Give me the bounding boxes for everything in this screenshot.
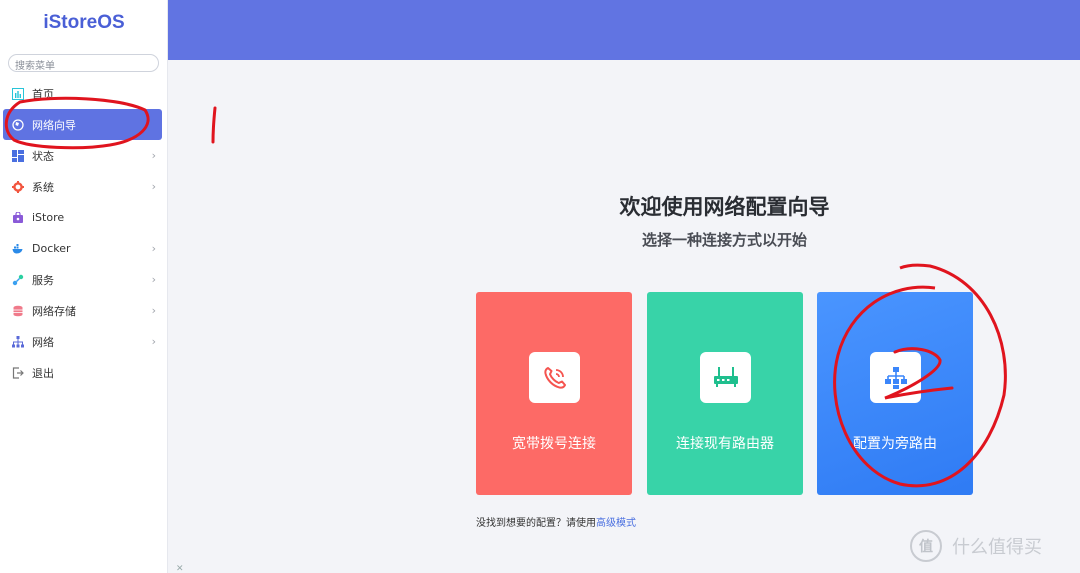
watermark: 值 什么值得买 [910, 530, 1042, 562]
sidebar-item-logout[interactable]: 退出 [0, 357, 168, 388]
advanced-mode-note: 没找到想要的配置？请使用高级模式 [476, 514, 636, 529]
sidebar-item-label: Docker [32, 242, 71, 255]
sidebar-item-services[interactable]: 服务 › [0, 264, 168, 295]
grid-icon [12, 149, 24, 162]
collapse-icon[interactable]: ✕ [176, 564, 184, 573]
dashboard-icon [12, 87, 24, 100]
sidebar-item-label: 网络向导 [32, 118, 76, 132]
chevron-right-icon: › [151, 273, 156, 286]
option-card-bypass-router[interactable]: 配置为旁路由 [817, 292, 973, 495]
services-icon [12, 274, 24, 286]
option-card-pppoe[interactable]: 宽带拨号连接 [476, 292, 632, 495]
watermark-text: 什么值得买 [952, 537, 1042, 558]
logout-icon [12, 366, 24, 379]
sidebar-item-docker[interactable]: Docker › [0, 233, 168, 264]
annotation-mark-one [211, 106, 217, 144]
option-label: 配置为旁路由 [853, 436, 937, 452]
sidebar-nav: 首页 网络向导 状态 › 系统 › iStore Docker › 服务 › 网… [0, 78, 168, 388]
sidebar-item-network[interactable]: 网络 › [0, 326, 168, 357]
sidebar-item-network-wizard[interactable]: 网络向导 [3, 109, 162, 140]
network-icon [12, 335, 24, 348]
option-label: 连接现有路由器 [676, 436, 774, 452]
storage-icon [12, 305, 24, 317]
sidebar-item-label: 首页 [32, 87, 54, 101]
sidebar-item-label: 网络存储 [32, 304, 76, 318]
sidebar-item-istore[interactable]: iStore [0, 202, 168, 233]
router-icon [700, 352, 751, 403]
option-card-existing-router[interactable]: 连接现有路由器 [647, 292, 803, 495]
phone-icon [529, 352, 580, 403]
sidebar-item-label: 网络 [32, 335, 54, 349]
sidebar-item-network-storage[interactable]: 网络存储 › [0, 295, 168, 326]
sidebar-item-label: iStore [32, 211, 65, 224]
chevron-right-icon: › [151, 242, 156, 255]
topology-icon [870, 352, 921, 403]
search-menu-input[interactable]: 搜索菜单 [8, 54, 159, 72]
docker-icon [12, 243, 24, 255]
chevron-right-icon: › [151, 304, 156, 317]
chevron-right-icon: › [151, 149, 156, 162]
sidebar-item-status[interactable]: 状态 › [0, 140, 168, 171]
footer-text: 没找到想要的配置？请使用 [476, 518, 596, 529]
sidebar-item-label: 服务 [32, 273, 54, 287]
chevron-right-icon: › [151, 180, 156, 193]
watermark-badge-icon: 值 [910, 530, 942, 562]
logo[interactable]: iStoreOS [0, 12, 168, 34]
gear-icon [12, 180, 24, 193]
chevron-right-icon: › [151, 335, 156, 348]
advanced-mode-link[interactable]: 高级模式 [596, 518, 636, 529]
globe-icon [12, 118, 24, 131]
option-label: 宽带拨号连接 [512, 436, 596, 452]
sidebar-item-label: 退出 [32, 366, 54, 380]
page-subtitle: 选择一种连接方式以开始 [641, 231, 807, 249]
sidebar-item-system[interactable]: 系统 › [0, 171, 168, 202]
top-header-bar [168, 0, 1080, 60]
page-title: 欢迎使用网络配置向导 [619, 195, 830, 219]
sidebar-item-label: 系统 [32, 180, 54, 194]
sidebar-item-label: 状态 [32, 149, 54, 163]
sidebar-item-home[interactable]: 首页 [0, 78, 168, 109]
store-icon [12, 211, 24, 224]
sidebar: iStoreOS 搜索菜单 首页 网络向导 状态 › 系统 › iStore D… [0, 0, 168, 573]
